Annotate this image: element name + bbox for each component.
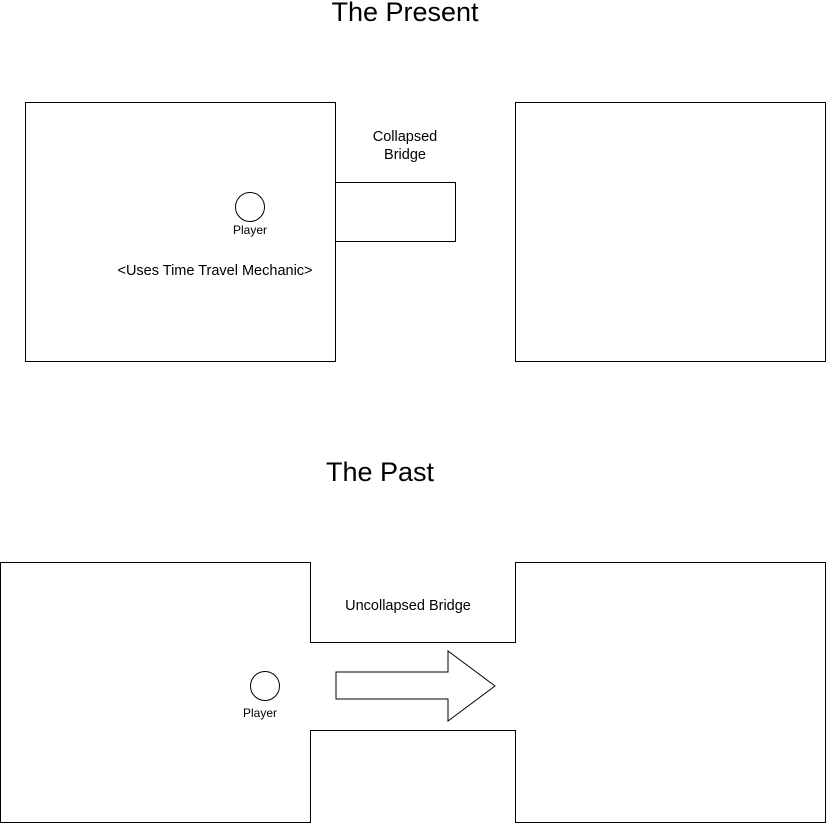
collapsed-bridge-label: Collapsed Bridge	[345, 128, 465, 164]
present-player-icon	[235, 192, 265, 222]
past-player-icon	[250, 671, 280, 701]
past-title: The Past	[325, 457, 435, 487]
direction-arrow-icon	[335, 650, 496, 722]
present-left-platform	[25, 102, 336, 362]
diagram-canvas: The Present Collapsed Bridge Player <Use…	[0, 0, 826, 823]
time-travel-mechanic-label: <Uses Time Travel Mechanic>	[117, 263, 313, 279]
past-right-platform	[515, 562, 826, 823]
uncollapsed-bridge-label: Uncollapsed Bridge	[345, 598, 471, 614]
past-player-label: Player	[242, 706, 277, 720]
present-title: The Present	[331, 0, 479, 27]
collapsed-bridge-label-line2: Bridge	[384, 147, 426, 164]
collapsed-bridge	[335, 182, 456, 242]
collapsed-bridge-label-line1: Collapsed	[372, 129, 438, 145]
present-player-label: Player	[232, 223, 267, 237]
present-right-platform	[515, 102, 826, 362]
